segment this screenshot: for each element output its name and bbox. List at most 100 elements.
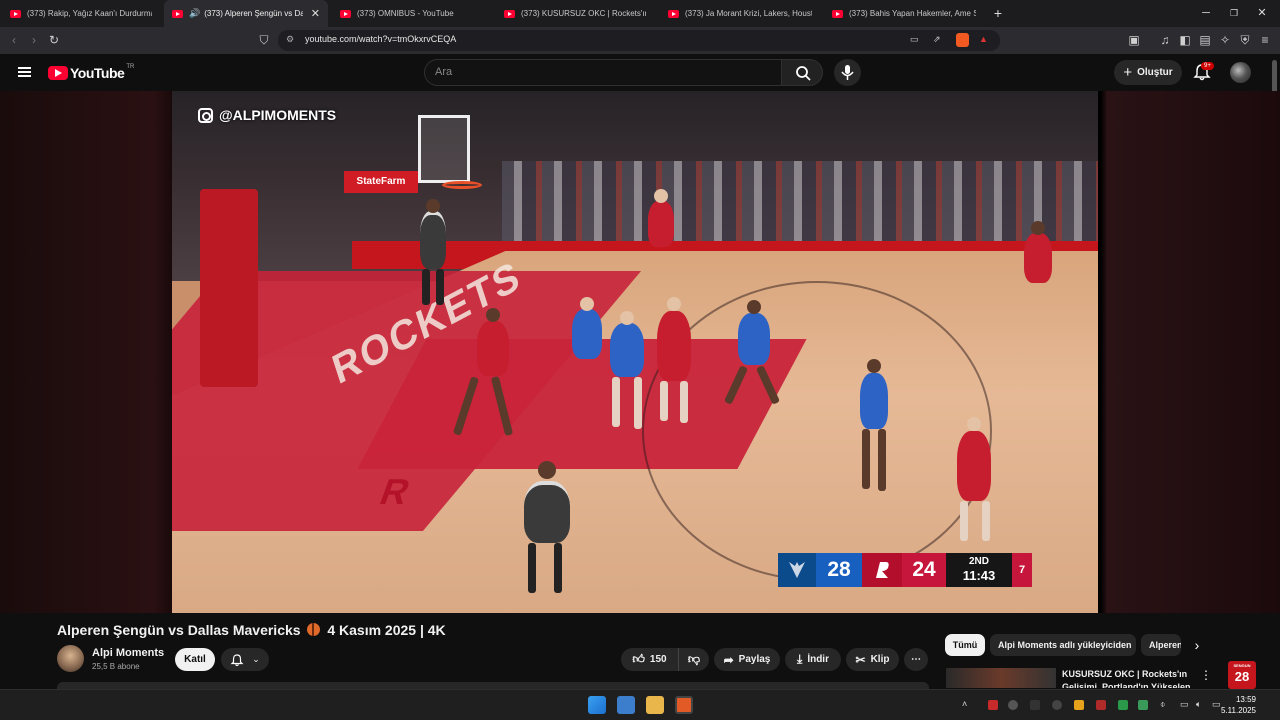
sidebar-toggle-icon[interactable]: ▣ [1126, 32, 1142, 48]
minimize-window-icon[interactable]: ─ [1196, 4, 1216, 22]
new-tab-button[interactable]: + [988, 4, 1008, 22]
instagram-icon [198, 107, 213, 123]
close-tab-icon[interactable]: ✕ [311, 7, 320, 20]
chevron-right-icon[interactable]: › [1188, 636, 1206, 654]
account-avatar[interactable] [1230, 62, 1251, 83]
video-watermark: @ALPIMOMENTS [198, 107, 336, 123]
mavericks-logo-icon [778, 553, 816, 587]
video-title: Alperen Şengün vs Dallas Mavericks 4 Kas… [57, 622, 446, 638]
split-view-icon[interactable]: ◧ [1177, 32, 1193, 48]
network-icon[interactable]: ▭ [1180, 699, 1189, 710]
brave-browser-icon[interactable] [675, 696, 693, 714]
clip-button[interactable]: ✂ Klip [846, 648, 899, 671]
bookmark-icon[interactable]: ⛉ [256, 32, 272, 48]
menu-icon[interactable]: ≡ [1257, 32, 1273, 48]
system-clock[interactable]: 13:59 5.11.2025 [1221, 694, 1256, 716]
tray-app-icon[interactable] [1008, 700, 1018, 710]
restore-window-icon[interactable]: ❐ [1224, 4, 1244, 22]
youtube-play-icon [48, 66, 68, 80]
video-referee-head [426, 199, 440, 213]
subscriber-count: 25,5 B abone [92, 662, 140, 671]
video-player-leg [878, 429, 886, 491]
clock-time-text: 13:59 [1235, 695, 1256, 704]
url-text: youtube.com/watch?v=tmOkxrvCEQA [305, 34, 457, 44]
download-button[interactable]: ⤓ İndir [785, 648, 841, 671]
chip-all[interactable]: Tümü [945, 634, 985, 656]
windows-start-icon[interactable] [588, 696, 606, 714]
rewards-icon[interactable]: ▲ [979, 34, 988, 44]
chip-from-uploader[interactable]: Alpi Moments adlı yükleyiciden [990, 634, 1136, 656]
microphone-tray-icon[interactable]: ⌽ [1160, 699, 1165, 710]
search-button[interactable] [781, 59, 823, 86]
media-icon[interactable]: ♫ [1157, 32, 1173, 48]
video-player-figure [957, 431, 991, 501]
tray-app-icon[interactable] [988, 700, 998, 710]
period: 2ND [968, 556, 989, 567]
video-player-head [580, 297, 594, 311]
forward-icon[interactable]: › [26, 32, 42, 48]
vpn-icon[interactable]: ⛨ [1237, 32, 1253, 48]
channel-branding-logo[interactable]: SENGUN 28 [1228, 661, 1256, 689]
recommended-video-title[interactable]: KUSURSUZ OKC | Rockets'ın Gelişimi, Port… [1062, 668, 1192, 688]
create-button[interactable]: + Oluştur [1114, 60, 1182, 85]
tab-title: (373) Rakip, Yağız Kaan'ı Durdurmak [27, 9, 152, 18]
more-actions-button[interactable]: ⋯ [904, 648, 928, 671]
close-window-icon[interactable]: ✕ [1252, 4, 1272, 22]
like-button[interactable]: 👍︎ 150 [621, 648, 678, 671]
wallet-icon[interactable]: ▤ [1197, 32, 1213, 48]
browser-tab[interactable]: (373) OMNIBUS - YouTube [332, 0, 492, 27]
video-player[interactable]: ROCKETS R StateFarm @ALPIMOMENTS 28 24 2… [172, 91, 1098, 613]
tray-app-icon[interactable] [1118, 700, 1128, 710]
video-player-head [654, 189, 668, 203]
cast-icon[interactable]: ▭ [910, 34, 919, 45]
address-bar[interactable]: ⚙ youtube.com/watch?v=tmOkxrvCEQA ▭ ⇗ ▲ [278, 30, 1000, 51]
file-explorer-icon[interactable] [646, 696, 664, 714]
channel-avatar[interactable] [57, 645, 84, 672]
subscription-bell-button[interactable]: ⌄ [221, 648, 269, 671]
tray-app-icon[interactable] [1138, 700, 1148, 710]
dislike-button[interactable]: 👎︎ [678, 648, 709, 671]
video-player-head [1031, 221, 1045, 235]
browser-tab[interactable]: (373) KUSURSUZ OKC | Rockets'ın Ge [496, 0, 654, 27]
hamburger-menu-icon[interactable] [18, 67, 31, 77]
video-player-figure [610, 323, 644, 377]
tray-app-icon[interactable] [1030, 700, 1040, 710]
share-button[interactable]: ➦ Paylaş [714, 648, 780, 671]
speaker-icon[interactable]: 🔊 [189, 8, 200, 19]
voice-search-button[interactable] [834, 59, 861, 86]
browser-tab[interactable]: (373) Bahis Yapan Hakemler, Ame Sk [824, 0, 984, 27]
plus-icon: + [1123, 64, 1133, 81]
leo-ai-icon[interactable]: ✧ [1217, 32, 1233, 48]
search-box[interactable] [424, 59, 782, 86]
browser-tab[interactable]: (373) Rakip, Yağız Kaan'ı Durdurmak [2, 0, 160, 27]
volume-icon[interactable]: 🔈︎ [1196, 699, 1201, 710]
browser-tab-active[interactable]: 🔊 (373) Alperen Şengün vs Dallas ✕ [164, 0, 328, 27]
tray-chevron-icon[interactable]: ˄ [962, 699, 967, 709]
recommended-video-thumbnail[interactable] [946, 668, 1056, 688]
video-player-leg [982, 501, 990, 541]
youtube-logo[interactable]: YouTube TR [48, 64, 134, 81]
tray-app-icon[interactable] [1096, 700, 1106, 710]
desktop-app-icon[interactable] [617, 696, 635, 714]
brave-shields-icon[interactable] [956, 33, 969, 47]
video-player-head [620, 311, 634, 325]
video-referee-figure [524, 481, 570, 543]
tray-app-icon[interactable] [1074, 700, 1084, 710]
share-page-icon[interactable]: ⇗ [933, 34, 941, 45]
more-vertical-icon[interactable]: ⋮ [1200, 668, 1212, 682]
share-icon: ➦ [723, 652, 734, 667]
video-player-leg [612, 377, 620, 427]
back-icon[interactable]: ‹ [6, 32, 22, 48]
clip-label: Klip [870, 654, 890, 665]
channel-name[interactable]: Alpi Moments [92, 647, 164, 659]
battery-icon[interactable]: ▭ [1212, 699, 1221, 710]
search-input[interactable] [435, 66, 765, 78]
join-button[interactable]: Katıl [175, 648, 215, 671]
chip-alperen[interactable]: Alperen [1141, 634, 1181, 656]
reload-icon[interactable]: ↻ [46, 32, 62, 48]
tray-app-icon[interactable] [1052, 700, 1062, 710]
browser-tab[interactable]: (373) Ja Morant Krizi, Lakers, Houston [660, 0, 820, 27]
video-player-head [967, 417, 981, 431]
video-player-head [867, 359, 881, 373]
site-info-icon[interactable]: ⚙ [286, 34, 294, 45]
